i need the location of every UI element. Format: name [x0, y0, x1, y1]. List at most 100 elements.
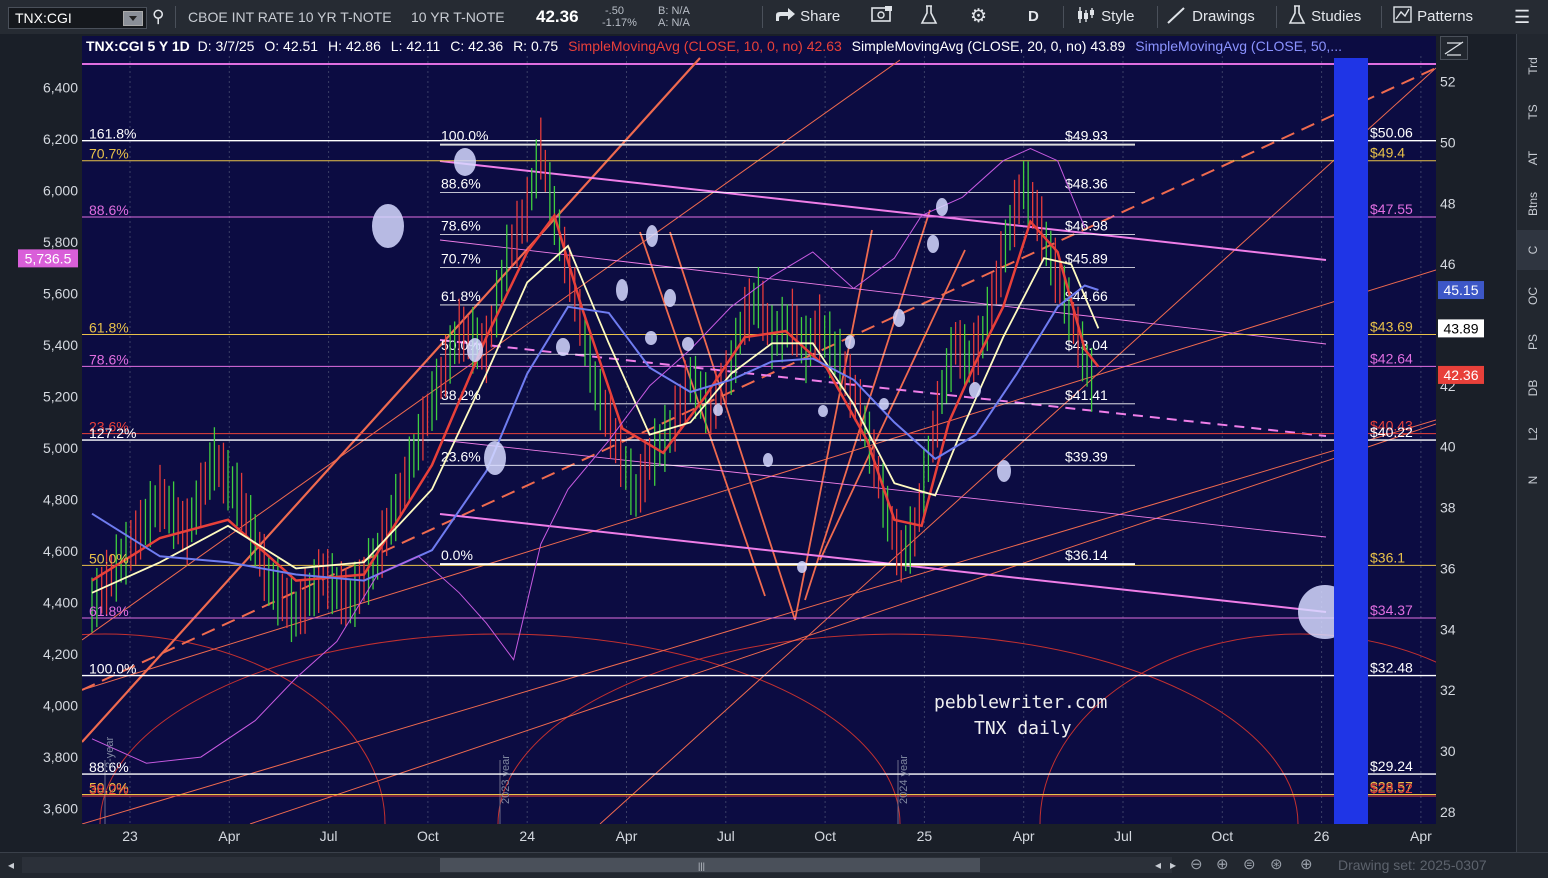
left-tick-label: 4,000: [43, 698, 78, 714]
chart-area[interactable]: 100.0% $49.93 88.6% $48.36 78.6% $46.98 70.7% $…: [0, 34, 1516, 852]
level-left-label: 78.6%: [89, 351, 129, 367]
price-badge-label: 42.36: [1443, 367, 1478, 383]
left-tick-label: 4,400: [43, 595, 78, 611]
watermark-title: TNX daily: [974, 718, 1072, 739]
scroll-left-small-icon[interactable]: ◂: [1155, 858, 1161, 872]
header-close: C: 42.36: [450, 38, 504, 54]
link-icon[interactable]: ⚲: [152, 0, 164, 34]
level-right-label: $50.06: [1370, 125, 1413, 141]
level-right-label: $34.37: [1370, 602, 1413, 618]
pivot-marker: [845, 335, 855, 349]
right-tab-btns[interactable]: Btns: [1517, 184, 1548, 224]
scrollbar-thumb[interactable]: |||: [440, 858, 980, 872]
scroll-left-icon[interactable]: ◂: [8, 858, 14, 872]
level-left-label: 127.2%: [89, 425, 136, 441]
right-tab-n[interactable]: N: [1517, 460, 1548, 500]
zoom-out-icon[interactable]: ⊖: [1190, 855, 1203, 873]
drawings-label: Drawings: [1192, 8, 1255, 25]
right-tab-trd[interactable]: Trd: [1517, 46, 1548, 86]
x-tick-label: Apr: [616, 828, 638, 844]
pencil-icon: [1167, 7, 1185, 24]
sma20-label[interactable]: SimpleMovingAvg (CLOSE, 20, 0, no): [852, 38, 1087, 54]
right-tab-label: Btns: [1526, 191, 1540, 217]
right-tick-label: 30: [1440, 743, 1456, 759]
left-tick-label: 5,600: [43, 286, 78, 302]
drawing-set-label[interactable]: Drawing set: 2025-0307: [1338, 857, 1508, 873]
left-tick-label: 4,600: [43, 543, 78, 559]
x-tick-label: Oct: [814, 828, 836, 844]
zoom-fit-icon[interactable]: ⊜: [1243, 855, 1256, 873]
divider: [1063, 6, 1064, 28]
header-open: O: 42.51: [264, 38, 319, 54]
scroll-right-icon[interactable]: ▸: [1170, 858, 1176, 872]
divider: [1276, 6, 1277, 28]
right-tab-db[interactable]: DB: [1517, 368, 1548, 408]
pivot-marker: [927, 235, 939, 253]
studies-label: Studies: [1311, 8, 1362, 25]
right-tick-label: 40: [1440, 439, 1456, 455]
auto-fit-icon[interactable]: [1440, 36, 1468, 60]
header-date: D: 3/7/25: [197, 38, 255, 54]
fib-level-price: $41.41: [1065, 387, 1108, 403]
pivot-marker: [763, 453, 773, 467]
bid-value: B: N/A: [658, 5, 690, 17]
header-high: H: 42.86: [327, 38, 381, 54]
symbol-selector[interactable]: TNX:CGI: [8, 7, 147, 29]
right-tick-label: 34: [1440, 621, 1456, 637]
chevron-down-icon[interactable]: [123, 11, 143, 26]
right-tab-c[interactable]: C: [1517, 230, 1548, 270]
level-left-label: 50.0%: [89, 550, 129, 566]
style-button[interactable]: Style: [1075, 0, 1135, 34]
fib-level-pct: 78.6%: [441, 217, 481, 233]
exchange-label: CBOE INT RATE 10 YR T-NOTE: [188, 9, 392, 25]
right-tab-ts[interactable]: TS: [1517, 92, 1548, 132]
zoom-in-icon[interactable]: ⊕: [1216, 855, 1229, 873]
drawings-button[interactable]: Drawings: [1166, 0, 1255, 34]
cycle-label-2023: 2023 year: [500, 755, 512, 804]
right-tick-label: 50: [1440, 134, 1456, 150]
period-selector[interactable]: D: [1028, 0, 1039, 34]
description-label: 10 YR T-NOTE: [411, 9, 505, 25]
x-tick-label: Apr: [218, 828, 240, 844]
sma50-label[interactable]: SimpleMovingAvg (CLOSE, 50,...: [1135, 38, 1342, 54]
fib-level-price: $39.39: [1065, 448, 1108, 464]
fib-level-price: $49.93: [1065, 128, 1108, 144]
patterns-icon: [1393, 6, 1412, 23]
price-chart[interactable]: 100.0% $49.93 88.6% $48.36 78.6% $46.98 70.7% $…: [0, 34, 1516, 852]
add-chart-icon[interactable]: ⊕: [1300, 855, 1313, 873]
scrollbar-track[interactable]: |||: [22, 857, 1172, 873]
zoom-reset-icon[interactable]: ⊛: [1270, 855, 1283, 873]
divider: [175, 6, 176, 28]
patterns-button[interactable]: Patterns: [1393, 0, 1473, 34]
right-tab-oc[interactable]: OC: [1517, 276, 1548, 316]
change-percent: -1.17%: [602, 17, 637, 29]
share-button[interactable]: Share: [774, 0, 840, 34]
pivot-marker: [454, 148, 476, 176]
pivot-marker: [893, 309, 905, 327]
fib-level-price: $36.14: [1065, 547, 1108, 563]
left-tick-label: 5,000: [43, 440, 78, 456]
chart-window-icon[interactable]: [871, 0, 893, 34]
pivot-marker: [664, 289, 676, 307]
right-tab-ps[interactable]: PS: [1517, 322, 1548, 362]
left-tick-label: 5,200: [43, 389, 78, 405]
level-left-label: 70.7%: [89, 146, 129, 162]
right-tab-label: N: [1526, 475, 1540, 485]
right-tab-label: TS: [1526, 104, 1540, 120]
x-tick-label: Jul: [1114, 828, 1132, 844]
divider: [1381, 6, 1382, 28]
right-tab-at[interactable]: AT: [1517, 138, 1548, 178]
studies-button[interactable]: Studies: [1287, 0, 1361, 34]
flask-icon[interactable]: [920, 0, 938, 34]
left-tick-label: 6,200: [43, 131, 78, 147]
gear-icon[interactable]: ⚙: [970, 0, 987, 34]
x-tick-label: Oct: [1211, 828, 1233, 844]
level-left-label: 61.8%: [89, 319, 129, 335]
bottom-bar: ◂ ||| ◂ ▸ ⊖ ⊕ ⊜ ⊛ ⊕ Drawing set: 2025-03…: [0, 852, 1548, 878]
right-tab-l2[interactable]: L2: [1517, 414, 1548, 454]
fib-level-pct: 0.0%: [441, 547, 473, 563]
x-tick-label: Apr: [1410, 828, 1432, 844]
sma10-label[interactable]: SimpleMovingAvg (CLOSE, 10, 0, no): [568, 38, 803, 54]
menu-icon[interactable]: ☰: [1514, 0, 1530, 34]
pivot-marker: [467, 338, 483, 362]
